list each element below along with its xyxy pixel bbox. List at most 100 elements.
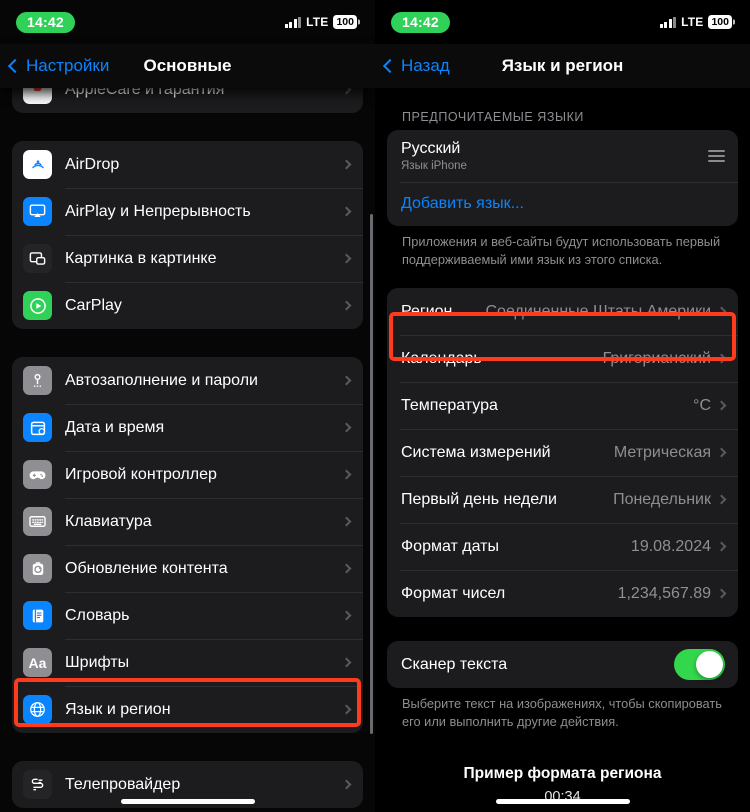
list-item-autofill-passwords[interactable]: Автозаполнение и пароли (12, 357, 363, 404)
list-item-label: Игровой контроллер (65, 465, 217, 483)
chevron-right-icon (341, 516, 352, 527)
globe-icon (23, 695, 52, 724)
chevron-right-icon (341, 375, 352, 386)
list-item-background-refresh[interactable]: Обновление контента (12, 545, 363, 592)
scrollbar-left[interactable] (369, 214, 373, 734)
cellular-bars-icon (284, 16, 302, 28)
list-item-date-format[interactable]: Формат даты 19.08.2024 (387, 523, 738, 570)
list-item-label: Язык и регион (65, 700, 171, 718)
status-bar-right: 14:42 LTE 100 (375, 0, 750, 44)
status-indicators: LTE 100 (659, 15, 732, 29)
list-item-temperature[interactable]: Температура °C (387, 382, 738, 429)
add-language-label: Добавить язык... (401, 195, 524, 212)
chevron-right-icon (341, 563, 352, 574)
list-item-measurement-system[interactable]: Система измерений Метрическая (387, 429, 738, 476)
section-header-preferred-languages: ПРЕДПОЧИТАЕМЫЕ ЯЗЫКИ (402, 110, 584, 124)
fonts-icon: Aa (23, 648, 52, 677)
keyboard-icon (23, 507, 52, 536)
back-button-label: Назад (401, 56, 450, 75)
back-button-settings[interactable]: Настройки (0, 56, 109, 76)
carplay-icon (23, 291, 52, 320)
list-item-carplay[interactable]: CarPlay (12, 282, 363, 329)
battery-icon: 100 (333, 15, 357, 29)
list-item-dictionary[interactable]: Словарь (12, 592, 363, 639)
row-label: Температура (401, 396, 498, 414)
preferred-languages-footnote: Приложения и веб-сайты будут использоват… (402, 234, 721, 267)
nav-bar-right: Назад Язык и регион (375, 44, 750, 88)
chevron-right-icon (716, 494, 727, 505)
list-item-label: Картинка в картинке (65, 249, 217, 267)
left-phone-screen: 14:42 LTE 100 Настройки Основные AppleCa… (0, 0, 375, 812)
list-item-date-time[interactable]: Дата и время (12, 404, 363, 451)
list-item-russian-language[interactable]: Русский Язык iPhone (387, 130, 738, 182)
back-button[interactable]: Назад (375, 56, 450, 76)
list-item-label: AirPlay и Непрерывность (65, 202, 251, 220)
list-item-region[interactable]: Регион Соединенные Штаты Америки (387, 288, 738, 335)
language-texts: Русский Язык iPhone (401, 140, 708, 171)
list-item-keyboard[interactable]: Клавиатура (12, 498, 363, 545)
picture-in-picture-icon (23, 244, 52, 273)
list-item-fonts[interactable]: Aa Шрифты (12, 639, 363, 686)
list-item-label: Шрифты (65, 653, 130, 671)
chevron-right-icon (341, 610, 352, 621)
chevron-right-icon (716, 588, 727, 599)
text-scanner-card: Сканер текста (387, 641, 738, 689)
row-label: Регион (401, 302, 453, 320)
chevron-right-icon (716, 306, 727, 317)
nav-bar-left: Настройки Основные (0, 44, 375, 88)
chevron-right-icon (716, 400, 727, 411)
status-time: 14:42 (391, 11, 450, 33)
list-item-game-controller[interactable]: Игровой контроллер (12, 451, 363, 498)
row-label: Первый день недели (401, 490, 557, 508)
chevron-right-icon (341, 779, 352, 790)
connectivity-group: AirDrop AirPlay и Непрерывность Картинка… (12, 141, 363, 329)
text-scanner-label: Сканер текста (401, 655, 508, 673)
airdrop-icon (23, 150, 52, 179)
list-item-first-day-of-week[interactable]: Первый день недели Понедельник (387, 476, 738, 523)
list-item-number-format[interactable]: Формат чисел 1,234,567.89 (387, 570, 738, 617)
chevron-right-icon (341, 253, 352, 264)
chevron-right-icon (341, 469, 352, 480)
back-button-label: Настройки (26, 56, 110, 75)
region-settings-card: Регион Соединенные Штаты Америки Календа… (387, 288, 738, 618)
settings-scroll-area-left[interactable]: AppleCare и гарантия AirDrop AirPlay и Н… (0, 66, 375, 812)
calendar-clock-icon (23, 413, 52, 442)
list-item-airplay[interactable]: AirPlay и Непрерывность (12, 188, 363, 235)
chevron-right-icon (716, 353, 727, 364)
language-region-scroll-area[interactable]: ПРЕДПОЧИТАЕМЫЕ ЯЗЫКИ Русский Язык iPhone… (375, 88, 750, 812)
preferred-languages-card: Русский Язык iPhone Добавить язык... (387, 130, 738, 226)
background-refresh-icon (23, 554, 52, 583)
right-phone-screen: 14:42 LTE 100 Назад Язык и регион ПРЕДПО… (375, 0, 750, 812)
list-item-label: Телепровайдер (65, 775, 181, 793)
row-value: Метрическая (613, 443, 711, 461)
list-item-language-region[interactable]: Язык и регион (12, 686, 363, 733)
key-icon (23, 366, 52, 395)
list-item-picture-in-picture[interactable]: Картинка в картинке (12, 235, 363, 282)
text-scanner-footnote: Выберите текст на изображениях, чтобы ск… (402, 696, 722, 729)
tv-provider-icon (23, 770, 52, 799)
chevron-right-icon (341, 422, 352, 433)
chevron-right-icon (341, 657, 352, 668)
chevron-right-icon (341, 300, 352, 311)
row-value: °C (693, 396, 711, 414)
home-indicator-right (495, 799, 630, 804)
language-subtitle: Язык iPhone (401, 159, 467, 172)
reorder-handle-icon[interactable] (708, 150, 725, 162)
row-label: Календарь (401, 349, 482, 367)
list-item-label: Словарь (65, 606, 130, 624)
dictionary-icon (23, 601, 52, 630)
add-language-button[interactable]: Добавить язык... (387, 182, 738, 226)
row-label: Система измерений (401, 443, 551, 461)
list-item-label: AirDrop (65, 155, 120, 173)
status-time: 14:42 (16, 11, 75, 33)
list-item-label: Дата и время (65, 418, 165, 436)
list-item-airdrop[interactable]: AirDrop (12, 141, 363, 188)
row-value: 1,234,567.89 (617, 584, 711, 602)
row-value: Соединенные Штаты Америки (485, 302, 712, 320)
row-label: Формат даты (401, 537, 499, 555)
carrier-label: LTE (681, 15, 704, 29)
dual-screenshot-container: 14:42 LTE 100 Настройки Основные AppleCa… (0, 0, 750, 812)
text-scanner-toggle[interactable] (674, 649, 725, 681)
example-title: Пример формата региона (463, 764, 662, 782)
list-item-calendar[interactable]: Календарь Григорианский (387, 335, 738, 382)
